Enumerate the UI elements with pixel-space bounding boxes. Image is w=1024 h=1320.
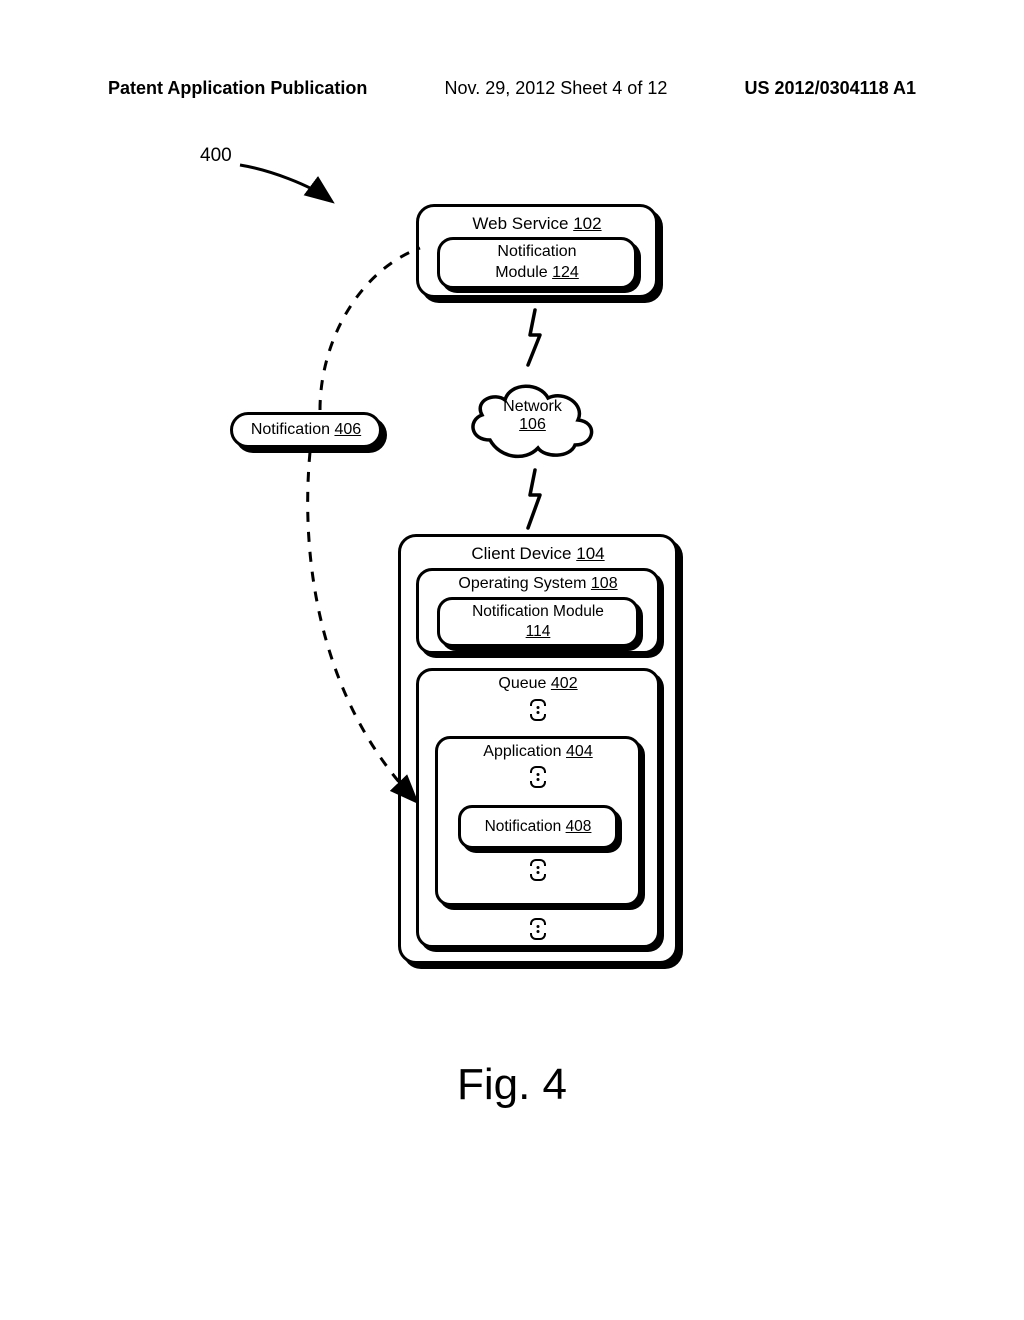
ellipsis-icon — [530, 859, 546, 881]
ellipsis-icon — [530, 699, 546, 721]
client-device-box: Client Device 104 Operating System 108 N… — [398, 534, 678, 964]
os-box: Operating System 108 Notification Module… — [416, 568, 660, 654]
ellipsis-icon — [530, 766, 546, 788]
web-service-title: Web Service 102 — [419, 213, 655, 235]
diagram: 400 Web Service 102 Notification Module … — [0, 0, 1024, 1320]
queue-box: Queue 402 Application 404 Notification 4… — [416, 668, 660, 948]
web-service-box: Web Service 102 Notification Module 124 — [416, 204, 658, 298]
notification-406-box: Notification 406 — [230, 412, 382, 448]
notification-module-124-box: Notification Module 124 — [437, 237, 637, 289]
queue-title: Queue 402 — [419, 674, 657, 695]
network-cloud: Network 106 — [460, 370, 605, 465]
app-title: Application 404 — [438, 742, 638, 763]
application-box: Application 404 Notification 408 — [435, 736, 641, 906]
figure-caption: Fig. 4 — [0, 1060, 1024, 1110]
ellipsis-icon — [530, 918, 546, 940]
notification-module-114-box: Notification Module 114 — [437, 597, 639, 647]
os-title: Operating System 108 — [419, 574, 657, 595]
nm114-label: Notification Module 114 — [440, 602, 636, 642]
nm124-label: Notification Module 124 — [440, 242, 634, 284]
notification-408-box: Notification 408 — [458, 805, 618, 849]
client-device-title: Client Device 104 — [401, 543, 675, 565]
ref-400: 400 — [200, 145, 232, 167]
network-label: Network 106 — [460, 398, 605, 434]
